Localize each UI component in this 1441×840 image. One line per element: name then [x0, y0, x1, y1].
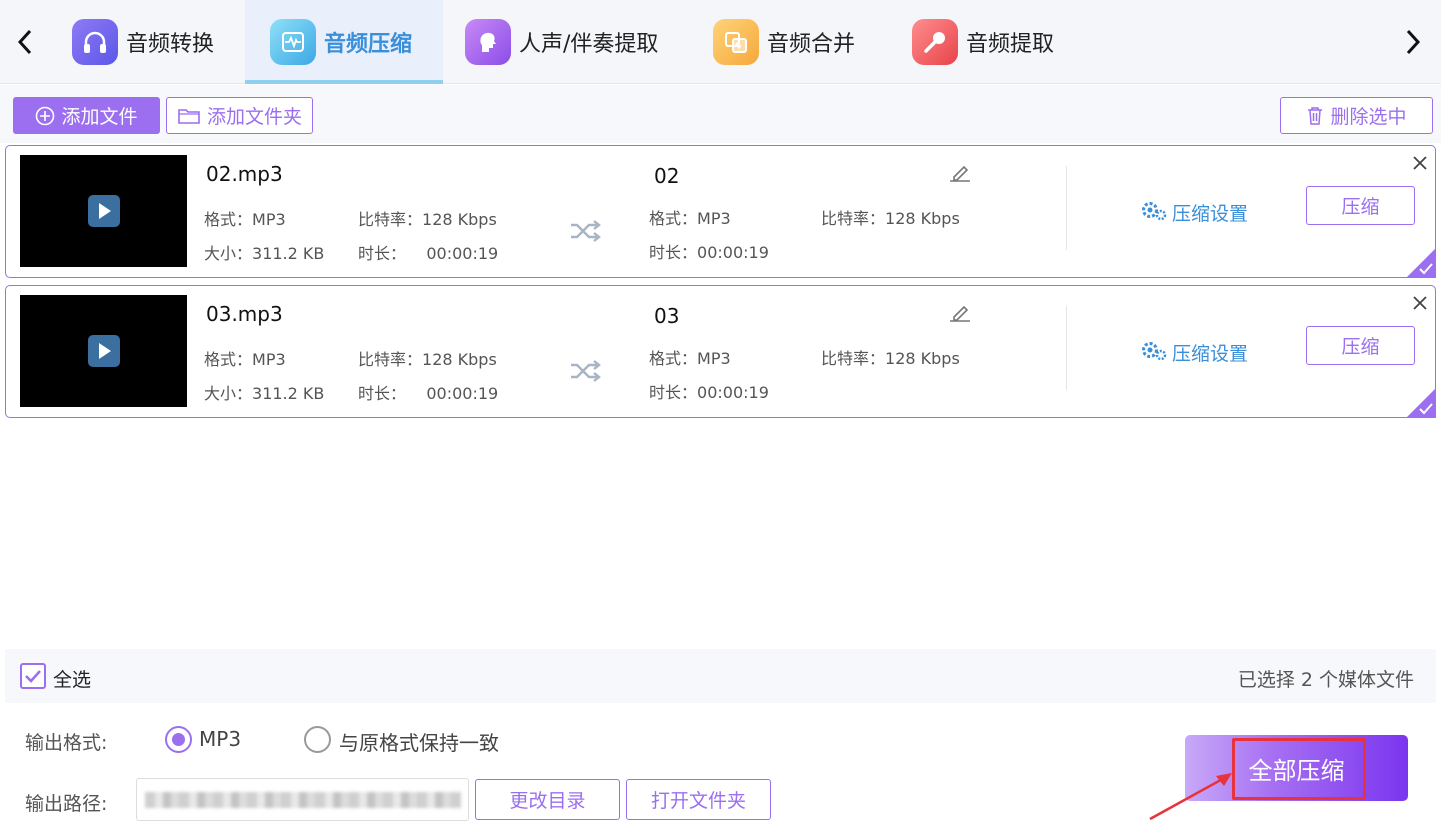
file-card[interactable]: 02.mp3 格式：MP3 比特率：128 Kbps 大小：311.2 KB 时… — [5, 145, 1436, 278]
tab-label: 音频压缩 — [324, 32, 413, 57]
output-bitrate-info: 比特率：128 Kbps — [821, 349, 960, 368]
delete-selected-label: 删除选中 — [1330, 106, 1407, 128]
tab-vocal-extract[interactable]: 人声/伴奏提取 — [455, 0, 685, 84]
selected-check-icon[interactable] — [1406, 248, 1436, 278]
duration-info: 时长： 00:00:19 — [358, 384, 499, 403]
gear-icon — [1140, 338, 1168, 367]
output-name: 03 — [654, 304, 680, 328]
change-directory-button[interactable]: 更改目录 — [475, 779, 620, 820]
pencil-icon[interactable] — [948, 164, 972, 186]
annotation-arrow — [1149, 773, 1232, 821]
select-all-checkbox[interactable] — [20, 663, 46, 689]
compress-settings-button[interactable]: 压缩设置 — [1140, 338, 1248, 367]
duration-info: 时长： 00:00:19 — [358, 244, 499, 263]
compress-button[interactable]: 压缩 — [1306, 186, 1415, 225]
shuffle-icon — [569, 220, 601, 246]
plus-circle-icon — [35, 106, 55, 126]
delete-selected-button[interactable]: 删除选中 — [1280, 97, 1433, 134]
output-format-label: 输出格式: — [25, 732, 108, 754]
close-icon[interactable] — [1412, 292, 1428, 316]
shuffle-icon — [569, 360, 601, 386]
play-icon — [87, 195, 120, 227]
video-thumbnail — [20, 295, 187, 407]
tab-audio-convert[interactable]: 音频转换 — [60, 0, 240, 84]
selected-check-icon[interactable] — [1406, 388, 1436, 418]
chevron-right-icon[interactable] — [1398, 22, 1428, 62]
merge-icon — [713, 19, 759, 65]
divider — [1066, 166, 1067, 250]
format-info: 格式：MP3 — [204, 210, 286, 229]
compress-settings-button[interactable]: 压缩设置 — [1140, 198, 1248, 227]
headphones-icon — [72, 19, 118, 65]
output-format-info: 格式：MP3 — [649, 209, 731, 228]
file-card[interactable]: 03.mp3 格式：MP3 比特率：128 Kbps 大小：311.2 KB 时… — [5, 285, 1436, 418]
selected-count: 已选择 2 个媒体文件 — [1237, 669, 1414, 691]
add-folder-button[interactable]: 添加文件夹 — [166, 97, 313, 134]
waveform-icon — [270, 19, 316, 65]
tab-label: 音频提取 — [966, 32, 1055, 57]
output-bitrate-info: 比特率：128 Kbps — [821, 209, 960, 228]
selection-bar: 全选 已选择 2 个媒体文件 — [5, 649, 1436, 703]
play-icon — [87, 335, 120, 367]
compress-settings-label: 压缩设置 — [1172, 343, 1249, 365]
output-format-info: 格式：MP3 — [649, 349, 731, 368]
radio-mp3-label: MP3 — [199, 727, 242, 751]
output-path-field[interactable] — [136, 778, 469, 821]
add-folder-label: 添加文件夹 — [206, 106, 302, 128]
video-thumbnail — [20, 155, 187, 267]
open-folder-button[interactable]: 打开文件夹 — [626, 779, 771, 820]
output-duration-info: 时长：00:00:19 — [649, 243, 769, 262]
folder-icon — [177, 106, 201, 126]
radio-keep-original[interactable] — [304, 726, 331, 753]
radio-mp3[interactable] — [165, 726, 192, 753]
file-name: 03.mp3 — [206, 302, 283, 326]
voice-icon — [465, 19, 511, 65]
tab-audio-merge[interactable]: 音频合并 — [700, 0, 890, 84]
radio-keep-original-label: 与原格式保持一致 — [339, 731, 499, 755]
select-all-label: 全选 — [53, 669, 92, 691]
chevron-left-icon[interactable] — [10, 22, 40, 62]
tab-label: 音频合并 — [767, 32, 856, 57]
format-info: 格式：MP3 — [204, 350, 286, 369]
bitrate-info: 比特率：128 Kbps — [358, 210, 497, 229]
tab-label: 音频转换 — [126, 32, 215, 57]
tab-label: 人声/伴奏提取 — [519, 32, 659, 57]
blurred-path — [145, 792, 461, 808]
tab-audio-compress[interactable]: 音频压缩 — [245, 0, 443, 84]
size-info: 大小：311.2 KB — [204, 384, 325, 403]
size-info: 大小：311.2 KB — [204, 244, 325, 263]
trash-icon — [1306, 106, 1324, 126]
tab-audio-extract[interactable]: 音频提取 — [900, 0, 1090, 84]
gear-icon — [1140, 198, 1168, 227]
output-duration-info: 时长：00:00:19 — [649, 383, 769, 402]
compress-settings-label: 压缩设置 — [1172, 203, 1249, 225]
file-name: 02.mp3 — [206, 162, 283, 186]
output-path-label: 输出路径: — [25, 793, 108, 815]
divider — [1066, 306, 1067, 390]
add-file-label: 添加文件 — [61, 106, 138, 128]
close-icon[interactable] — [1412, 152, 1428, 176]
output-name: 02 — [654, 164, 680, 188]
toolbar: 添加文件 添加文件夹 删除选中 — [0, 85, 1441, 143]
compress-button[interactable]: 压缩 — [1306, 326, 1415, 365]
add-file-button[interactable]: 添加文件 — [13, 97, 160, 134]
tab-bar: 音频转换 音频压缩 人声/伴奏提取 音频合并 音频提取 — [0, 0, 1441, 84]
pencil-icon[interactable] — [948, 304, 972, 326]
microphone-icon — [912, 19, 958, 65]
bitrate-info: 比特率：128 Kbps — [358, 350, 497, 369]
